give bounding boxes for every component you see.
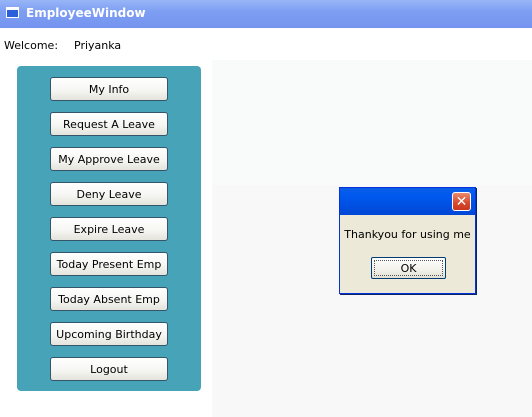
my-approve-leave-button[interactable]: My Approve Leave — [50, 147, 168, 171]
ok-button[interactable]: OK — [371, 257, 446, 279]
content-divider — [201, 66, 212, 417]
deny-leave-button[interactable]: Deny Leave — [50, 182, 168, 206]
window-icon — [6, 7, 19, 18]
my-info-button[interactable]: My Info — [50, 77, 168, 101]
upcoming-birthday-button[interactable]: Upcoming Birthday — [50, 322, 168, 346]
today-present-emp-button[interactable]: Today Present Emp — [50, 252, 168, 276]
user-name: Priyanka — [74, 39, 122, 52]
welcome-label: Welcome: — [4, 39, 59, 52]
dialog-message: Thankyou for using me — [344, 228, 471, 241]
bottom-area — [0, 391, 212, 417]
expire-leave-button[interactable]: Expire Leave — [50, 217, 168, 241]
content-top-panel — [212, 60, 532, 185]
request-leave-button[interactable]: Request A Leave — [50, 112, 168, 136]
logout-button[interactable]: Logout — [50, 357, 168, 381]
window-titlebar[interactable]: EmployeeWindow — [0, 0, 532, 28]
dialog-titlebar[interactable]: ✕ — [340, 188, 475, 215]
message-dialog: ✕ Thankyou for using me OK — [339, 187, 476, 294]
close-icon[interactable]: ✕ — [452, 192, 471, 211]
window-title: EmployeeWindow — [26, 6, 146, 20]
today-absent-emp-button[interactable]: Today Absent Emp — [50, 287, 168, 311]
